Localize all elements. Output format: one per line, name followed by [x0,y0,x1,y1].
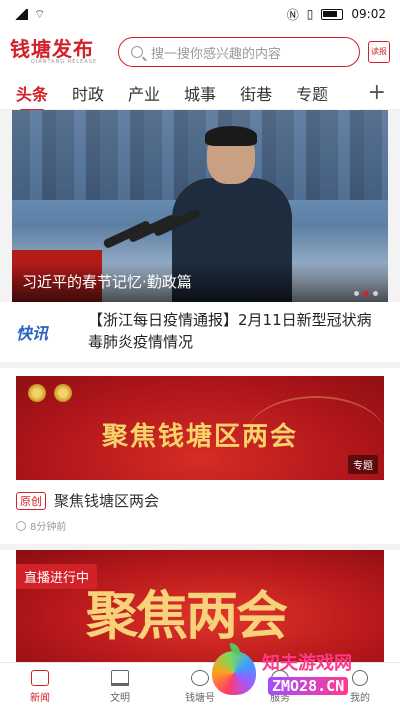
logo-text: 钱塘发布 [10,37,94,61]
article-time: 8分钟前 [30,522,67,533]
civilization-icon [111,670,129,686]
battery-icon [321,8,344,20]
app-header: 钱塘发布 QIANTANG RELEASE 搜一搜你感兴趣的内容 读报 [0,28,400,76]
status-bar: ⌔ Ⓝ ▯ 09:02 [0,0,400,28]
article-banner: 聚焦钱塘区两会 专题 [16,376,384,480]
vibrate-icon: ▯ [306,7,314,21]
tabs-fade [320,76,360,110]
search-icon [131,46,143,58]
live-card[interactable]: 直播进行中 聚焦两会 [0,550,400,662]
clock-time: 09:02 [351,7,386,21]
carousel-dot [354,291,359,296]
service-icon [271,670,289,686]
live-badge: 直播进行中 [16,564,98,589]
carousel-dots [354,291,378,296]
tab-industry[interactable]: 产业 [128,81,160,105]
search-input[interactable]: 搜一搜你感兴趣的内容 [118,37,360,67]
emblem-icon [28,384,46,402]
article-title: 聚焦钱塘区两会 [54,492,160,510]
nav-news-label: 新闻 [30,693,50,704]
nav-profile-label: 我的 [350,693,370,704]
carousel-dot [373,291,378,296]
hero-caption: 习近平的春节记忆·勤政篇 [22,273,192,291]
tab-politics[interactable]: 时政 [72,81,104,105]
original-badge: 原创 [16,491,46,510]
news-flash-badge: 快讯 [16,324,49,343]
article-card[interactable]: 聚焦钱塘区两会 专题 原创 聚焦钱塘区两会 8分钟前 [0,368,400,544]
live-banner: 直播进行中 聚焦两会 [16,550,384,662]
add-channel-icon[interactable]: + [368,80,386,105]
tab-streets[interactable]: 街巷 [240,81,272,105]
profile-icon [352,670,368,686]
nav-news[interactable]: 新闻 [0,663,80,711]
nav-service-label: 服务 [270,693,290,704]
nfc-icon: Ⓝ [286,7,299,22]
wifi-icon: ⌔ [34,6,46,21]
hero-carousel[interactable]: 习近平的春节记忆·勤政篇 [12,110,388,302]
nav-civilization-label: 文明 [110,693,130,704]
nav-qiantang[interactable]: 钱塘号 [160,663,240,711]
news-flash[interactable]: 快讯 【浙江每日疫情通报】2月11日新型冠状病毒肺炎疫情情况 [0,302,400,362]
search-placeholder: 搜一搜你感兴趣的内容 [151,46,282,62]
news-icon [31,670,49,686]
banner-title: 聚焦钱塘区两会 [101,422,298,452]
emblem-icon [54,384,72,402]
clock-icon [16,520,26,531]
nav-profile[interactable]: 我的 [320,663,400,711]
microphones [102,207,222,260]
bottom-nav: 新闻 文明 钱塘号 服务 我的 [0,662,400,711]
category-tabs: 头条 时政 产业 城事 街巷 专题 + [0,76,400,112]
signal-icon [14,8,28,20]
nav-qiantang-label: 钱塘号 [185,693,215,704]
read-paper-button[interactable]: 读报 [368,41,390,63]
tab-headline[interactable]: 头条 [16,81,48,112]
live-banner-text: 聚焦两会 [86,586,288,647]
news-flash-text: 【浙江每日疫情通报】2月11日新型冠状病毒肺炎疫情情况 [88,311,372,351]
tab-city[interactable]: 城事 [184,81,216,105]
qiantang-icon [191,670,209,686]
nav-civilization[interactable]: 文明 [80,663,160,711]
app-logo: 钱塘发布 QIANTANG RELEASE [10,39,118,65]
carousel-dot-active [363,291,369,296]
nav-service[interactable]: 服务 [240,663,320,711]
special-tag: 专题 [348,455,378,474]
